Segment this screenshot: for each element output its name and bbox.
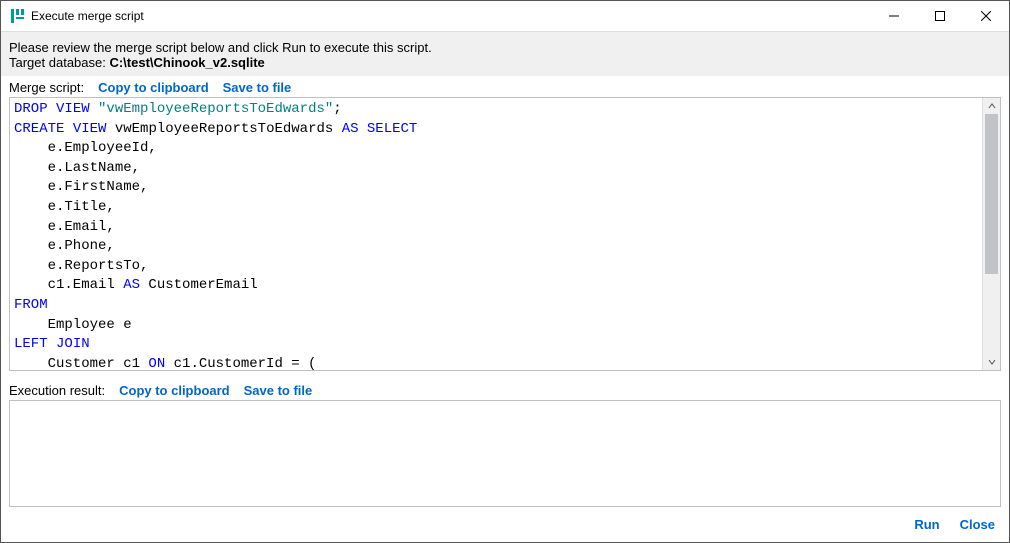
titlebar: Execute merge script (1, 1, 1009, 32)
result-save-link[interactable]: Save to file (244, 383, 313, 398)
script-copy-link[interactable]: Copy to clipboard (98, 80, 209, 95)
scroll-up-icon[interactable] (983, 98, 1000, 114)
app-icon (9, 8, 25, 24)
target-database-line: Target database: C:\test\Chinook_v2.sqli… (9, 55, 1001, 70)
scrollbar[interactable] (982, 98, 1000, 370)
target-database-label: Target database: (9, 55, 109, 70)
result-section-bar: Execution result: Copy to clipboard Save… (1, 379, 1009, 400)
script-section-bar: Merge script: Copy to clipboard Save to … (1, 76, 1009, 97)
window: Execute merge script Please review the m… (0, 0, 1010, 543)
window-controls (871, 1, 1009, 31)
merge-script-label: Merge script: (9, 80, 84, 95)
header: Please review the merge script below and… (1, 32, 1009, 76)
script-save-link[interactable]: Save to file (223, 80, 292, 95)
run-button[interactable]: Run (914, 517, 939, 532)
scroll-thumb[interactable] (985, 114, 998, 274)
script-content[interactable]: DROP VIEW "vwEmployeeReportsToEdwards"; … (10, 98, 982, 370)
footer: Run Close (1, 507, 1009, 542)
close-button[interactable] (963, 1, 1009, 31)
script-textarea[interactable]: DROP VIEW "vwEmployeeReportsToEdwards"; … (9, 97, 1001, 371)
execution-result-label: Execution result: (9, 383, 105, 398)
minimize-button[interactable] (871, 1, 917, 31)
maximize-button[interactable] (917, 1, 963, 31)
result-textarea[interactable] (9, 400, 1001, 507)
scroll-down-icon[interactable] (983, 354, 1000, 370)
target-database-path: C:\test\Chinook_v2.sqlite (109, 55, 264, 70)
result-copy-link[interactable]: Copy to clipboard (119, 383, 230, 398)
window-title: Execute merge script (31, 9, 871, 23)
instruction-text: Please review the merge script below and… (9, 40, 1001, 55)
close-action-button[interactable]: Close (960, 517, 995, 532)
